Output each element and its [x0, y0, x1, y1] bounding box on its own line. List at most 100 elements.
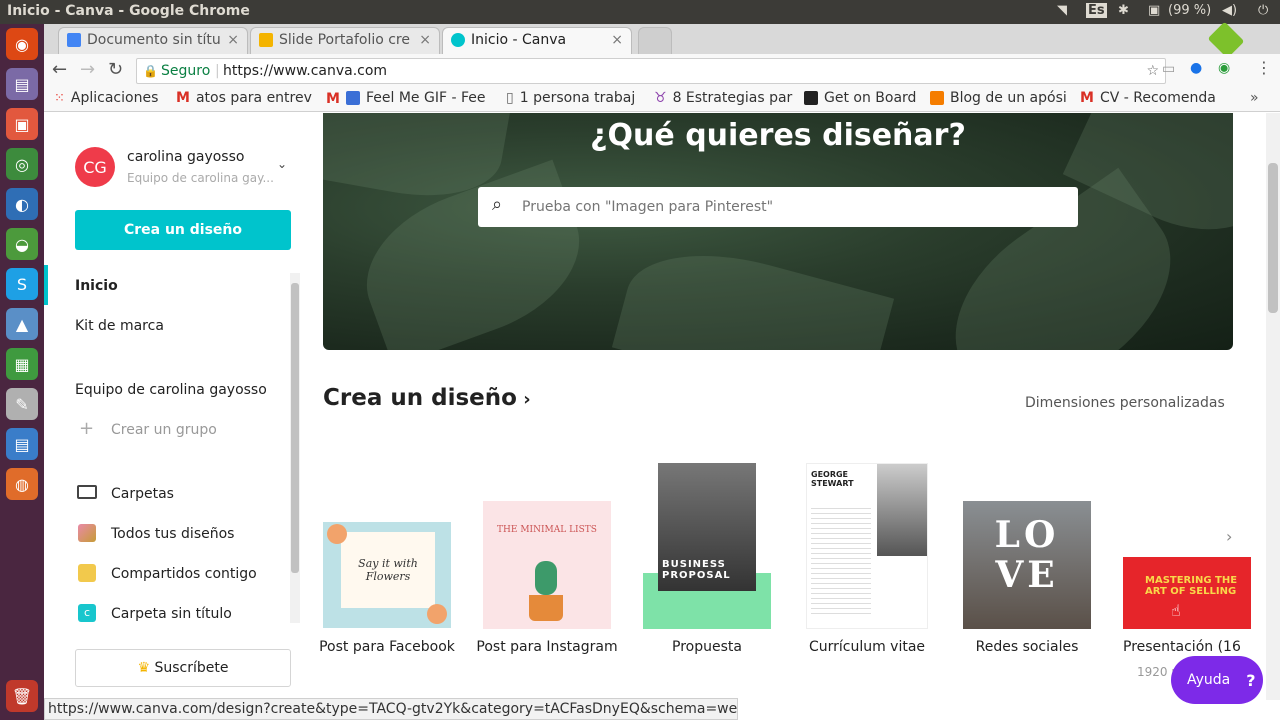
keyboard-indicator[interactable]: Es [1086, 3, 1107, 18]
reload-icon[interactable]: ↻ [108, 59, 123, 80]
custom-dimensions-link[interactable]: Dimensiones personalizadas [1025, 395, 1225, 411]
design-search-box[interactable]: ⌕ [478, 187, 1078, 227]
chrome-icon[interactable]: ◎ [6, 148, 38, 180]
all-designs-icon [78, 524, 96, 542]
portrait-photo [877, 464, 927, 556]
browser-icon[interactable]: ◐ [6, 188, 38, 220]
nav-item-carpetas[interactable]: Carpetas [111, 486, 174, 502]
bookmark-label: atos para entrev [195, 90, 312, 106]
nav-item-compartidos[interactable]: Compartidos contigo [111, 566, 257, 582]
power-icon[interactable]: ⏻ [1258, 3, 1268, 18]
window-title: Inicio - Canva - Google Chrome [7, 3, 250, 19]
bookmark-persona[interactable]: ▯ 1 persona trabaj [506, 90, 635, 106]
redes-thumb[interactable]: LOVE [963, 501, 1091, 629]
hero-banner: ¿Qué quieres diseñar? ⌕ [323, 113, 1233, 350]
team-name[interactable]: Equipo de carolina gayosso [75, 382, 267, 398]
bluetooth-icon[interactable]: ✱ [1118, 3, 1129, 18]
tab-slide-portafolio[interactable]: Slide Portafolio cre × [250, 27, 440, 54]
tab-canva[interactable]: Inicio - Canva × [442, 27, 632, 54]
crown-icon: ♛ [137, 660, 155, 676]
avatar[interactable]: CG [75, 147, 115, 187]
photos-icon[interactable]: ▲ [6, 308, 38, 340]
bookmark-get-on-board[interactable]: Get on Board [804, 90, 916, 106]
instagram-thumb[interactable]: THE MINIMAL LISTS [483, 501, 611, 629]
design-card-propuesta[interactable]: BUSINESS PROPOSAL Propuesta [632, 453, 782, 655]
propuesta-thumb[interactable]: BUSINESS PROPOSAL [643, 463, 771, 629]
bookmark-apps[interactable]: ⁙ Aplicaciones [54, 90, 158, 106]
bookmark-gif[interactable]: M Feel Me GIF - Fee [326, 90, 486, 107]
flower-decor [327, 524, 347, 544]
presentacion-thumb[interactable]: MASTERING THE ART OF SELLING ☝ [1123, 557, 1251, 629]
volume-icon[interactable]: ◀) [1222, 3, 1237, 18]
new-tab-button[interactable] [638, 27, 672, 54]
sidebar-scrollbar[interactable] [290, 273, 300, 623]
shared-icon [78, 564, 96, 582]
skype-icon[interactable]: S [6, 268, 38, 300]
carousel-next-icon[interactable]: › [1226, 527, 1232, 546]
docs-icon [67, 33, 81, 47]
extension-icon[interactable]: ◉ [1218, 60, 1230, 76]
canva-icon [451, 33, 465, 47]
bookmarks-bar: ⁙ Aplicaciones M atos para entrev M Feel… [44, 88, 1280, 112]
close-tab-icon[interactable]: × [419, 28, 431, 52]
blogger-icon [930, 91, 944, 105]
close-tab-icon[interactable]: × [611, 28, 623, 52]
user-name[interactable]: carolina gayosso [127, 149, 244, 165]
battery-percent: (99 %) [1168, 3, 1212, 18]
apps-grid-icon: ⁙ [54, 90, 65, 106]
spreadsheet-icon[interactable]: ▦ [6, 348, 38, 380]
curriculum-thumb[interactable]: GEORGE STEWART [806, 463, 928, 629]
design-card-facebook[interactable]: Say it with Flowers Post para Facebook [312, 453, 462, 655]
bookmark-label: Feel Me GIF - Fee [366, 90, 486, 106]
nav-item-kit-de-marca[interactable]: Kit de marca [75, 318, 164, 334]
bookmark-label: CV - Recomenda [1099, 90, 1216, 106]
more-bookmarks-icon[interactable]: » [1250, 90, 1259, 106]
create-design-button[interactable]: Crea un diseño [75, 210, 291, 250]
menu-icon[interactable]: ⋮ [1256, 58, 1272, 77]
create-group-link[interactable]: Crear un grupo [111, 422, 217, 438]
status-url: https://www.canva.com/design?create&type… [44, 698, 738, 720]
nav-item-todos-tus-disenos[interactable]: Todos tus diseños [111, 526, 234, 542]
search-input[interactable] [522, 195, 1062, 219]
battery-icon[interactable]: ▣ [1148, 3, 1160, 18]
help-button[interactable]: Ayuda ? [1171, 656, 1263, 704]
star-icon[interactable]: ☆ [1146, 59, 1159, 83]
address-bar[interactable]: 🔒 Seguro | https://www.canva.com ☆ [136, 58, 1166, 84]
design-card-redes-sociales[interactable]: LOVE Redes sociales [952, 453, 1102, 655]
firefox-icon[interactable]: ◍ [6, 468, 38, 500]
editor-icon[interactable]: ✎ [6, 388, 38, 420]
section-title[interactable]: Crea un diseño › [323, 385, 531, 411]
facebook-thumb[interactable]: Say it with Flowers [323, 522, 451, 628]
bookmark-gmail-1[interactable]: M atos para entrev [176, 90, 312, 106]
cast-icon[interactable]: ▭ [1162, 61, 1175, 77]
bookmark-estrategias[interactable]: ♉ 8 Estrategias par [654, 90, 792, 106]
ubuntu-dash-icon[interactable]: ◉ [6, 28, 38, 60]
card-label: Presentación (16 [1123, 639, 1241, 655]
app-icon[interactable]: ◒ [6, 228, 38, 260]
bookmark-label: Aplicaciones [70, 90, 159, 106]
forward-icon[interactable]: → [80, 59, 95, 80]
nav-item-carpeta-sin-titulo[interactable]: Carpeta sin título [111, 606, 232, 622]
nav-item-inicio[interactable]: Inicio [75, 278, 118, 294]
files-icon[interactable]: ▤ [6, 68, 38, 100]
bookmark-blog[interactable]: Blog de un apósi [930, 90, 1067, 106]
chevron-down-icon[interactable]: ⌄ [277, 157, 287, 171]
extension-logo-icon[interactable] [1207, 21, 1245, 59]
gmail-icon: M [176, 90, 190, 106]
wifi-icon[interactable]: ◥ [1057, 3, 1067, 18]
close-tab-icon[interactable]: × [227, 28, 239, 52]
design-card-presentacion[interactable]: MASTERING THE ART OF SELLING ☝ Presentac… [1112, 453, 1262, 679]
app-center-icon[interactable]: ▣ [6, 108, 38, 140]
page-scrollbar[interactable] [1266, 113, 1280, 700]
bookmark-cv[interactable]: M CV - Recomenda [1080, 90, 1216, 106]
tab-documento[interactable]: Documento sin títu × [58, 27, 248, 54]
design-card-instagram[interactable]: THE MINIMAL LISTS Post para Instagram [472, 453, 622, 655]
design-card-curriculum[interactable]: GEORGE STEWART Currículum vitae [792, 453, 942, 655]
trash-icon[interactable]: 🗑 [6, 680, 38, 712]
hero-title: ¿Qué quieres diseñar? [590, 118, 966, 153]
subscribe-button[interactable]: ♛ Suscríbete [75, 649, 291, 687]
location-icon[interactable]: ● [1190, 60, 1202, 76]
thumb-text: BUSINESS PROPOSAL [662, 559, 731, 581]
writer-icon[interactable]: ▤ [6, 428, 38, 460]
back-icon[interactable]: ← [52, 59, 67, 80]
